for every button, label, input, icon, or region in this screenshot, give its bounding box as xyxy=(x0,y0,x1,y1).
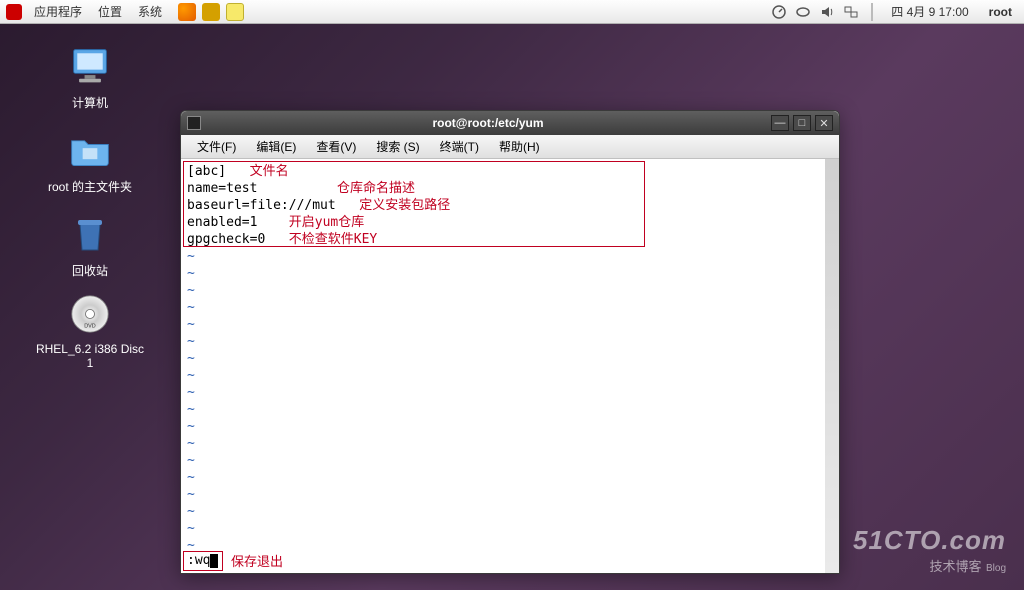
empty-line: ~ xyxy=(187,384,819,401)
close-button[interactable]: ✕ xyxy=(815,115,833,131)
volume-icon[interactable] xyxy=(819,4,835,20)
window-title: root@root:/etc/yum xyxy=(209,116,767,130)
separator xyxy=(871,3,873,21)
desktop-icon-home[interactable]: root 的主文件夹 xyxy=(35,128,145,195)
watermark-sub: 技术博客 xyxy=(930,559,982,574)
menu-bar: 文件(F) 编辑(E) 查看(V) 搜索 (S) 终端(T) 帮助(H) xyxy=(181,135,839,159)
redhat-icon xyxy=(6,4,22,20)
empty-line: ~ xyxy=(187,469,819,486)
anno-save-exit: 保存退出 xyxy=(231,553,283,570)
empty-line: ~ xyxy=(187,503,819,520)
empty-line: ~ xyxy=(187,520,819,537)
empty-line: ~ xyxy=(187,350,819,367)
menu-terminal[interactable]: 终端(T) xyxy=(430,138,489,155)
firefox-icon[interactable] xyxy=(178,3,196,21)
menu-view[interactable]: 查看(V) xyxy=(306,138,366,155)
menu-places[interactable]: 位置 xyxy=(90,3,130,20)
top-panel: 应用程序 位置 系统 四 4月 9 17:00 root xyxy=(0,0,1024,24)
cfg-gpgcheck: gpgcheck=0 xyxy=(187,232,265,247)
minimize-button[interactable]: — xyxy=(771,115,789,131)
menu-file[interactable]: 文件(F) xyxy=(187,138,246,155)
anno-path: 定义安装包路径 xyxy=(359,198,450,213)
empty-line: ~ xyxy=(187,418,819,435)
menu-applications[interactable]: 应用程序 xyxy=(26,3,90,20)
watermark-tag: Blog xyxy=(986,563,1006,574)
empty-line: ~ xyxy=(187,316,819,333)
desktop-label-computer: 计算机 xyxy=(35,94,145,111)
svg-text:DVD: DVD xyxy=(84,324,96,330)
disk-icon[interactable] xyxy=(795,4,811,20)
cursor-icon xyxy=(210,554,218,568)
empty-line: ~ xyxy=(187,248,819,265)
terminal-body[interactable]: [abc] 文件名 name=test 仓库命名描述 baseurl=file:… xyxy=(181,159,839,573)
desktop-icon-computer[interactable]: 计算机 xyxy=(35,44,145,111)
empty-line: ~ xyxy=(187,435,819,452)
terminal-window: root@root:/etc/yum — □ ✕ 文件(F) 编辑(E) 查看(… xyxy=(180,110,840,574)
cfg-baseurl: baseurl=file:///mut xyxy=(187,198,336,213)
title-bar[interactable]: root@root:/etc/yum — □ ✕ xyxy=(181,111,839,135)
anno-repodesc: 仓库命名描述 xyxy=(337,181,415,196)
watermark-site: 51CTO.com xyxy=(853,525,1006,556)
empty-line: ~ xyxy=(187,452,819,469)
empty-line: ~ xyxy=(187,299,819,316)
terminal-icon xyxy=(187,116,201,130)
computer-icon xyxy=(68,46,112,86)
vim-command: :wq xyxy=(187,553,210,568)
empty-line: ~ xyxy=(187,282,819,299)
cfg-enabled: enabled=1 xyxy=(187,215,257,230)
package-updater-icon[interactable] xyxy=(202,3,220,21)
network-icon[interactable] xyxy=(843,4,859,20)
menu-help[interactable]: 帮助(H) xyxy=(489,138,550,155)
empty-line: ~ xyxy=(187,367,819,384)
clock[interactable]: 四 4月 9 17:00 xyxy=(885,3,974,20)
anno-gpg: 不检查软件KEY xyxy=(289,232,377,247)
empty-line: ~ xyxy=(187,537,819,554)
maximize-button[interactable]: □ xyxy=(793,115,811,131)
desktop-label-home: root 的主文件夹 xyxy=(35,178,145,195)
anno-filename: 文件名 xyxy=(250,164,289,179)
watermark: 51CTO.com 技术博客 Blog xyxy=(853,525,1006,576)
cfg-section: [abc] xyxy=(187,164,226,179)
menu-edit[interactable]: 编辑(E) xyxy=(246,138,306,155)
empty-line: ~ xyxy=(187,486,819,503)
desktop-icon-dvd[interactable]: DVD RHEL_6.2 i386 Disc 1 xyxy=(35,292,145,370)
trash-icon xyxy=(68,214,112,254)
empty-line: ~ xyxy=(187,401,819,418)
cfg-name: name=test xyxy=(187,181,257,196)
desktop-icon-trash[interactable]: 回收站 xyxy=(35,212,145,279)
desktop-label-dvd: RHEL_6.2 i386 Disc 1 xyxy=(35,342,145,370)
user-menu[interactable]: root xyxy=(983,5,1018,19)
menu-system[interactable]: 系统 xyxy=(130,3,170,20)
dvd-icon: DVD xyxy=(68,294,112,334)
empty-line: ~ xyxy=(187,265,819,282)
folder-icon xyxy=(68,130,112,170)
menu-search[interactable]: 搜索 (S) xyxy=(366,138,429,155)
desktop-label-trash: 回收站 xyxy=(35,262,145,279)
anno-enable: 开启yum仓库 xyxy=(289,215,364,230)
notes-icon[interactable] xyxy=(226,3,244,21)
gauge-icon[interactable] xyxy=(771,4,787,20)
empty-line: ~ xyxy=(187,333,819,350)
